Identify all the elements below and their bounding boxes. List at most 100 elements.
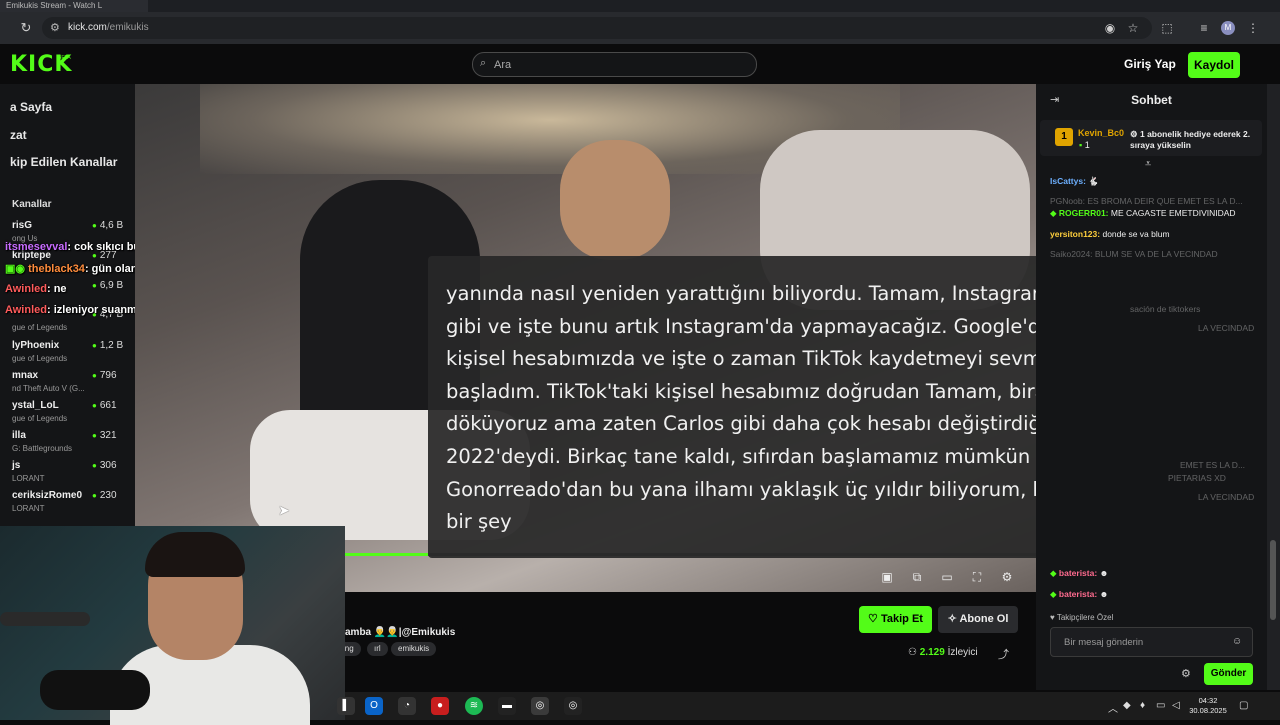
sidebar-nav-home[interactable]: a Sayfa xyxy=(10,100,52,114)
scrollbar-thumb[interactable] xyxy=(1270,540,1276,620)
tray-app-icon[interactable]: ◆ xyxy=(1123,700,1131,711)
chat-text: ES BROMA DEIR QUE EMET ES LA D... xyxy=(1087,196,1243,206)
channel-category: G: Battlegrounds xyxy=(12,444,73,453)
spotify-icon[interactable]: ≋ xyxy=(465,697,483,715)
channel-category: LORANT xyxy=(12,474,45,483)
chat-user[interactable]: ROGERR01: xyxy=(1059,208,1109,218)
channel-name[interactable]: illa xyxy=(12,430,26,441)
signup-button[interactable]: Kaydol xyxy=(1188,52,1240,78)
emoji-icon[interactable]: ☺ xyxy=(1232,636,1242,647)
channel-name[interactable]: lyPhoenix xyxy=(12,340,59,351)
reload-icon[interactable]: ↻ xyxy=(18,20,34,36)
pinned-count-value: 1 xyxy=(1084,140,1090,150)
taskbar-clock[interactable]: 04:32 30.08.2025 xyxy=(1188,696,1228,716)
webcam-mic-arm xyxy=(0,612,90,626)
microphone-icon[interactable]: ♦ xyxy=(1140,700,1145,711)
chat-user[interactable]: baterista: xyxy=(1059,568,1097,578)
search-placeholder: Ara xyxy=(494,59,512,71)
expand-pinned-icon[interactable]: ⩡ xyxy=(1145,158,1151,171)
chat-user[interactable]: IsCattys: xyxy=(1050,176,1086,186)
chat-message: ◆ baterista: ☻ xyxy=(1050,589,1255,600)
overlay-chat-user: theblack34 xyxy=(28,263,85,275)
chat-text: LA VECINDAD xyxy=(1198,323,1255,333)
chat-text: ME CAGASTE EMETDIVINIDAD xyxy=(1110,208,1236,218)
channel-name[interactable]: ceriksizRome0 xyxy=(12,490,82,501)
overlay-chat-user: Awinled xyxy=(5,283,47,295)
tray-expand-icon[interactable]: ︿ xyxy=(1108,700,1118,715)
stream-tag[interactable]: emikukis xyxy=(391,642,437,656)
chat-message: LA VECINDAD xyxy=(1198,492,1258,502)
follow-button[interactable]: ♡ Takip Et xyxy=(859,606,932,633)
viewer-count: ⚇ 2.129 İzleyici xyxy=(908,647,978,658)
chat-user[interactable]: baterista: xyxy=(1059,589,1097,599)
chat-user[interactable]: yersiton123: xyxy=(1050,229,1100,239)
viewer-count-label: İzleyici xyxy=(947,647,978,658)
chat-user[interactable]: PGNoob: xyxy=(1050,196,1085,206)
search-input[interactable] xyxy=(472,52,757,77)
channel-viewers: 796 xyxy=(92,370,132,381)
chat-message: Saiko2024: BLUM SE VA DE LA VECINDAD xyxy=(1050,249,1255,259)
chrome-icon[interactable]: ◎ xyxy=(564,697,582,715)
send-button[interactable]: Gönder xyxy=(1204,663,1253,685)
chat-title: Sohbet xyxy=(1131,93,1172,107)
subscribe-button[interactable]: ✧ Abone Ol xyxy=(938,606,1018,633)
viewer-count-value: 2.129 xyxy=(919,647,945,658)
url-host: kick.com xyxy=(68,22,107,33)
fullscreen-icon[interactable]: ⛶ xyxy=(969,569,985,585)
channel-viewers: 4,6 B xyxy=(92,220,132,231)
taskbar-app-icon[interactable]: ◔ xyxy=(398,697,416,715)
overlay-chat-user: Awinled xyxy=(5,304,47,316)
address-bar[interactable] xyxy=(42,17,1152,39)
webcam-microphone xyxy=(40,670,150,710)
clock-time: 04:32 xyxy=(1198,696,1218,705)
site-info-icon[interactable]: ⚙ xyxy=(50,21,60,34)
login-button[interactable]: Giriş Yap xyxy=(1124,57,1176,71)
channel-name[interactable]: js xyxy=(12,460,20,471)
profile-avatar[interactable]: M xyxy=(1221,21,1235,35)
volume-icon[interactable]: ◁ xyxy=(1172,700,1180,711)
chat-text: BLUM SE VA DE LA VECINDAD xyxy=(1094,249,1218,259)
channel-category: gue of Legends xyxy=(12,323,68,332)
miniplayer-icon[interactable]: ▣ xyxy=(879,569,895,585)
sidebar-nav-following[interactable]: kip Edilen Kanallar xyxy=(10,155,117,169)
browser-menu-icon[interactable]: ⋮ xyxy=(1245,20,1261,36)
settings-gear-icon[interactable]: ⚙ xyxy=(999,569,1015,585)
share-icon[interactable]: ⤴ xyxy=(998,646,1009,662)
notifications-icon[interactable]: ▢ xyxy=(1239,700,1248,711)
url-path: /emikukis xyxy=(106,22,149,33)
extensions-icon[interactable]: ⬚ xyxy=(1159,20,1175,36)
channel-name[interactable]: ystal_LoL xyxy=(12,400,59,411)
taskbar-app-icon[interactable]: ● xyxy=(431,697,449,715)
bookmark-star-icon[interactable]: ☆ xyxy=(1125,20,1141,36)
sidebar-nav-browse[interactable]: zat xyxy=(10,128,27,142)
chat-settings-icon[interactable]: ⚙ xyxy=(1181,667,1191,680)
media-control-icon[interactable]: ≡ xyxy=(1196,20,1212,36)
channel-name[interactable]: mnax xyxy=(12,370,38,381)
channel-viewers: 6,9 B xyxy=(92,280,132,291)
taskbar-app-icon[interactable]: ▬ xyxy=(498,697,516,715)
channel-name[interactable]: risG xyxy=(12,220,32,231)
theater-mode-icon[interactable]: ▭ xyxy=(939,569,955,585)
rank-badge: 1 xyxy=(1055,128,1073,146)
clip-icon[interactable]: ⧉ xyxy=(909,569,925,585)
stream-tag[interactable]: ırl xyxy=(367,642,388,656)
overlay-chat-message: Awinled: izleniyor suanm xyxy=(5,304,137,316)
chat-message: yersiton123: donde se va blum xyxy=(1050,229,1255,239)
taskbar-app-icon[interactable]: ▌ xyxy=(337,697,355,715)
stream-title: amba 👨‍🦳👨‍🦳|@Emikukis xyxy=(345,627,456,638)
chat-user[interactable]: Saiko2024: xyxy=(1050,249,1093,259)
url-text[interactable]: kick.com/emikukis xyxy=(68,22,149,33)
pinned-message: ⚙ 1 abonelik hediye ederek 2. sıraya yük… xyxy=(1130,129,1255,151)
channel-category: LORANT xyxy=(12,504,45,513)
outlook-icon[interactable]: O xyxy=(365,697,383,715)
badge-icon: ◆ xyxy=(1050,208,1059,218)
chrome-icon[interactable]: ◎ xyxy=(531,697,549,715)
browser-tab[interactable]: Emikukis Stream - Watch L xyxy=(0,0,148,12)
chat-message: PIETARIAS XD xyxy=(1168,473,1258,483)
channel-viewers: 230 xyxy=(92,490,132,501)
network-icon[interactable]: ▭ xyxy=(1156,700,1165,711)
eye-off-icon[interactable]: ◉ xyxy=(1102,20,1118,36)
heart-icon: ♥ xyxy=(1050,613,1057,622)
chat-text: sación de tiktokers xyxy=(1130,304,1201,314)
subscribe-icon: ✧ xyxy=(947,613,960,625)
